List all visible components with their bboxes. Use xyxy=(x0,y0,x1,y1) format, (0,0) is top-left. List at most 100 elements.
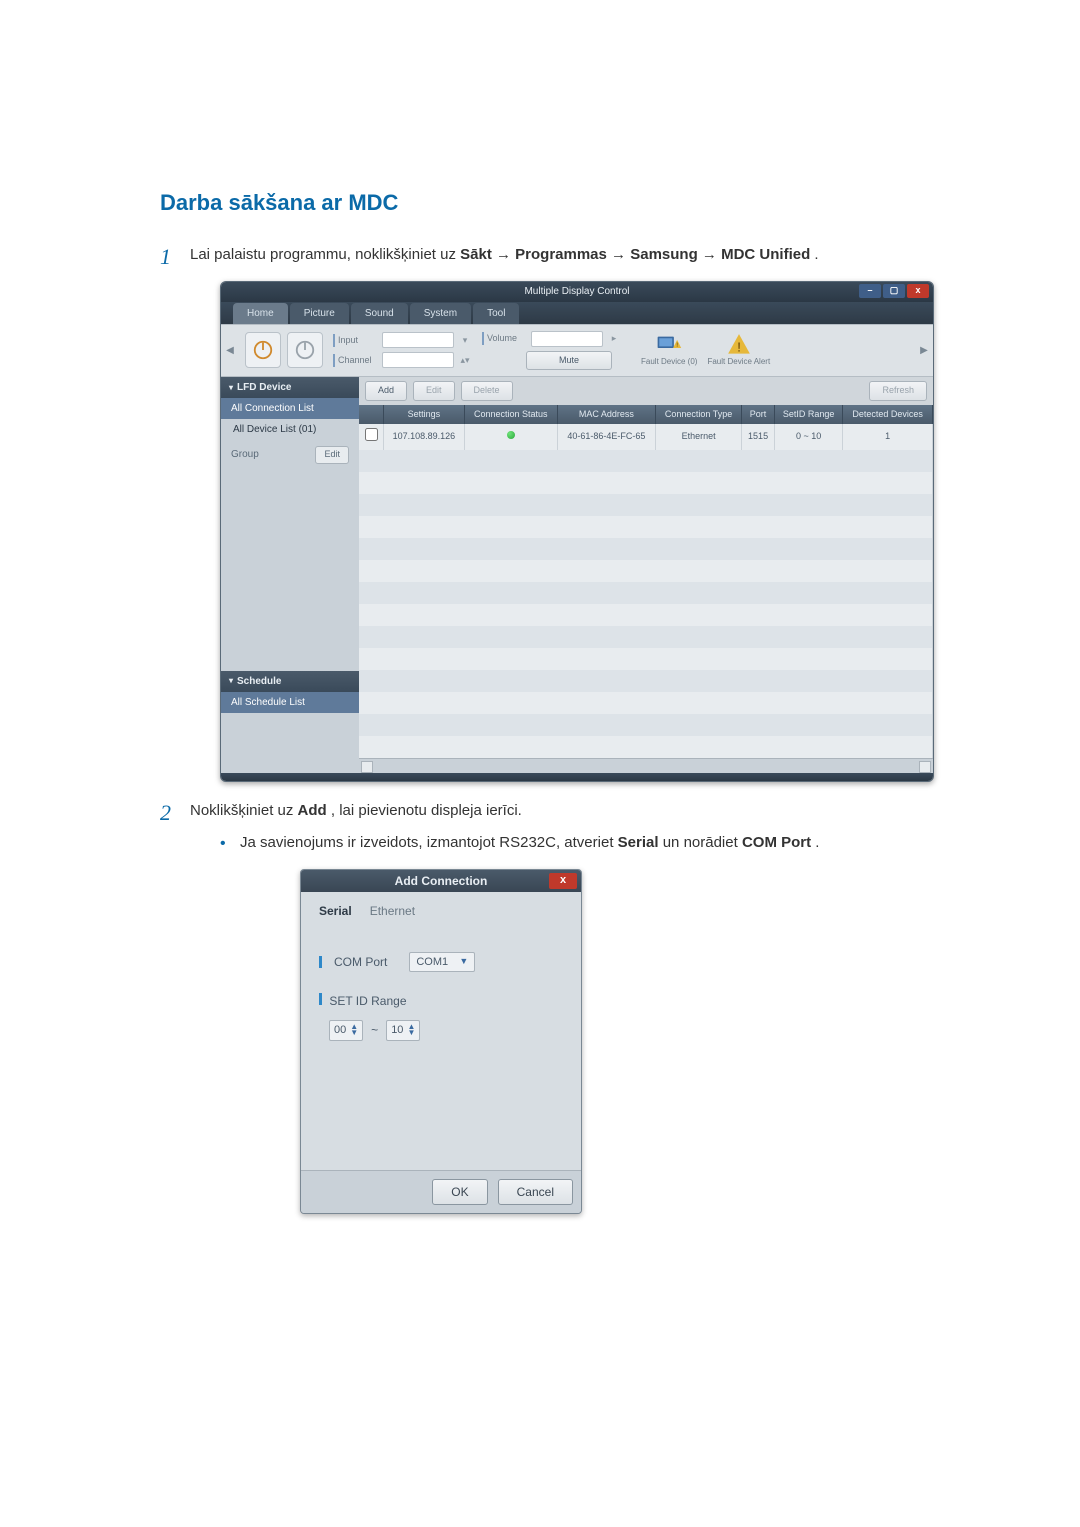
nav-right-icon[interactable]: ▶ xyxy=(919,343,929,358)
input-label: Input xyxy=(333,334,378,348)
power-on-icon[interactable] xyxy=(245,332,281,368)
dialog-titlebar: Add Connection x xyxy=(301,870,581,892)
edit-button[interactable]: Edit xyxy=(413,381,455,401)
cancel-button[interactable]: Cancel xyxy=(498,1179,573,1205)
col-settings[interactable]: Settings xyxy=(384,405,465,425)
com-port-label: COM Port xyxy=(334,953,387,971)
monitor-warning-icon: ! xyxy=(656,334,682,356)
col-connection-status[interactable]: Connection Status xyxy=(464,405,557,425)
channel-input[interactable] xyxy=(382,352,454,368)
field-bar-icon xyxy=(319,956,322,968)
t: Add xyxy=(298,802,327,819)
sidebar-item-all-connection[interactable]: All Connection List xyxy=(221,398,359,419)
range-from-input[interactable]: 00 ▲▼ xyxy=(329,1020,363,1041)
col-mac[interactable]: MAC Address xyxy=(557,405,655,425)
step-1: 1 Lai palaistu programmu, noklikšķiniet … xyxy=(160,244,920,782)
spinner-icon[interactable]: ▲▼ xyxy=(407,1024,415,1037)
t: Ja savienojums ir izveidots, izmantojot … xyxy=(240,834,618,851)
range-separator: ~ xyxy=(371,1021,378,1039)
mute-button[interactable]: Mute xyxy=(526,351,612,371)
col-port[interactable]: Port xyxy=(742,405,775,425)
t: . xyxy=(814,246,818,263)
close-button[interactable]: x xyxy=(907,284,929,298)
t: COM Port xyxy=(742,834,811,851)
step-number: 2 xyxy=(160,796,171,829)
dialog-tab-ethernet[interactable]: Ethernet xyxy=(370,902,415,920)
warning-icon: ! xyxy=(726,334,752,356)
col-checkbox[interactable] xyxy=(359,405,384,425)
sidebar-group-label: Group xyxy=(231,447,259,462)
t: un norādiet xyxy=(663,834,742,851)
sidebar-item-all-schedule[interactable]: All Schedule List xyxy=(221,692,359,713)
cell-ctype: Ethernet xyxy=(656,424,742,450)
step1-text: Lai palaistu programmu, noklikšķiniet uz… xyxy=(190,246,819,263)
nav-left-icon[interactable]: ◀ xyxy=(225,343,235,358)
delete-button[interactable]: Delete xyxy=(461,381,513,401)
spinner-icon[interactable]: ▸ xyxy=(607,332,621,346)
ok-button[interactable]: OK xyxy=(432,1179,487,1205)
cell-status xyxy=(464,424,557,450)
channel-label: Channel xyxy=(333,354,378,368)
dialog-close-button[interactable]: x xyxy=(549,873,577,889)
com-port-value: COM1 xyxy=(416,954,448,971)
t: , lai pievienotu displeja ierīci. xyxy=(331,802,522,819)
add-button[interactable]: Add xyxy=(365,381,407,401)
fault-alert-label: Fault Device Alert xyxy=(707,358,770,367)
tab-picture[interactable]: Picture xyxy=(290,303,349,324)
page-title: Darba sākšana ar MDC xyxy=(160,190,920,216)
step2-text: Noklikšķiniet uz Add , lai pievienotu di… xyxy=(190,802,522,819)
sidebar-header-schedule[interactable]: Schedule xyxy=(221,671,359,692)
tab-system[interactable]: System xyxy=(410,303,471,324)
power-off-icon[interactable] xyxy=(287,332,323,368)
refresh-button[interactable]: Refresh xyxy=(869,381,927,401)
window-title: Multiple Display Control xyxy=(524,284,629,299)
t: . xyxy=(815,834,819,851)
t: Noklikšķiniet uz xyxy=(190,802,298,819)
cell-detected: 1 xyxy=(843,424,933,450)
sidebar: LFD Device All Connection List All Devic… xyxy=(221,377,359,773)
status-dot-icon xyxy=(507,431,515,439)
row-checkbox[interactable] xyxy=(365,428,378,441)
volume-label: Volume xyxy=(482,332,527,346)
col-connection-type[interactable]: Connection Type xyxy=(656,405,742,425)
cell-mac: 40-61-86-4E-FC-65 xyxy=(557,424,655,450)
range-from-value: 00 xyxy=(334,1022,346,1039)
window-titlebar: Multiple Display Control – ▢ x xyxy=(221,282,933,302)
t: Lai palaistu programmu, noklikšķiniet uz xyxy=(190,246,460,263)
t: → xyxy=(611,246,630,263)
col-setid-range[interactable]: SetID Range xyxy=(774,405,842,425)
sidebar-group-edit-button[interactable]: Edit xyxy=(315,446,349,464)
dialog-tab-serial[interactable]: Serial xyxy=(319,902,352,920)
col-detected-devices[interactable]: Detected Devices xyxy=(843,405,933,425)
fault-device-label: Fault Device (0) xyxy=(641,358,697,367)
tab-sound[interactable]: Sound xyxy=(351,303,408,324)
volume-input[interactable] xyxy=(531,331,603,347)
step-2: 2 Noklikšķiniet uz Add , lai pievienotu … xyxy=(160,800,920,1214)
range-to-input[interactable]: 10 ▲▼ xyxy=(386,1020,420,1041)
device-table: Settings Connection Status MAC Address C… xyxy=(359,405,933,758)
cell-setid: 0 ~ 10 xyxy=(774,424,842,450)
input-select[interactable] xyxy=(382,332,454,348)
minimize-button[interactable]: – xyxy=(859,284,881,298)
com-port-select[interactable]: COM1 ▼ xyxy=(409,952,475,973)
t: Serial xyxy=(618,834,659,851)
maximize-button[interactable]: ▢ xyxy=(883,284,905,298)
dropdown-icon[interactable]: ▾ xyxy=(458,334,472,348)
tab-tool[interactable]: Tool xyxy=(473,303,519,324)
spinner-icon[interactable]: ▴▾ xyxy=(458,354,472,368)
fault-device-button[interactable]: ! Fault Device (0) xyxy=(641,334,697,367)
range-to-value: 10 xyxy=(391,1022,403,1039)
field-bar-icon xyxy=(319,993,322,1005)
spinner-icon[interactable]: ▲▼ xyxy=(350,1024,358,1037)
t: Sākt xyxy=(460,246,492,263)
ribbon-toolbar: ◀ Input ▾ xyxy=(221,324,933,378)
table-row[interactable]: 107.108.89.126 40-61-86-4E-FC-65 Etherne… xyxy=(359,424,933,450)
cell-port: 1515 xyxy=(742,424,775,450)
cell-settings: 107.108.89.126 xyxy=(384,424,465,450)
fault-alert-button[interactable]: ! Fault Device Alert xyxy=(707,334,770,367)
sidebar-header-lfd[interactable]: LFD Device xyxy=(221,377,359,398)
tab-home[interactable]: Home xyxy=(233,303,288,324)
dialog-title: Add Connection xyxy=(395,872,488,890)
horizontal-scrollbar[interactable] xyxy=(359,758,933,773)
sidebar-item-all-device[interactable]: All Device List (01) xyxy=(221,419,359,440)
